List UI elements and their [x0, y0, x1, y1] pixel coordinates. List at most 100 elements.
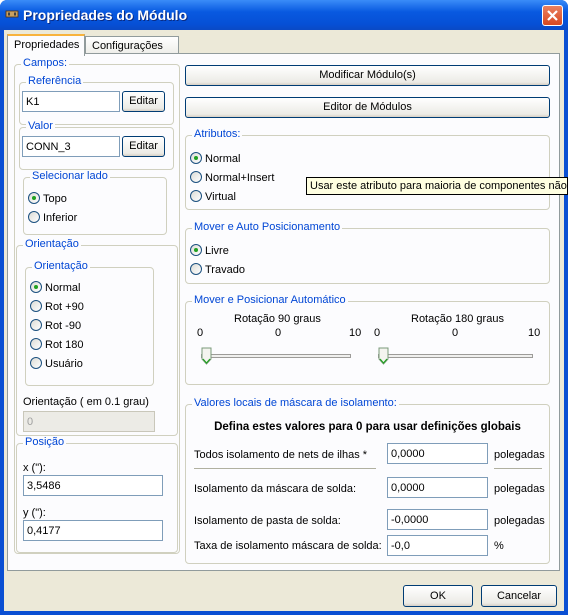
tab-propriedades[interactable]: Propriedades [7, 34, 85, 56]
radio-dot [190, 152, 202, 164]
ok-button[interactable]: OK [403, 585, 473, 607]
app-icon [5, 10, 19, 18]
rot90-min: 0 [197, 327, 204, 339]
y-label: y ("): [23, 507, 46, 519]
radio-label: Virtual [205, 191, 236, 203]
radio-dot [28, 211, 40, 223]
rot90-max: 10 [349, 327, 362, 339]
window-bottom-border [0, 611, 568, 615]
mascara-legend: Valores locais de máscara de isolamento: [192, 397, 399, 409]
rot180-label: Rotação 180 graus [411, 313, 504, 325]
valor-group: Valor Editar [19, 120, 174, 170]
editor-modulos-button[interactable]: Editor de Módulos [185, 97, 550, 118]
attribute-tooltip: Usar este atributo para maioria de compo… [306, 177, 568, 195]
x-input[interactable] [23, 475, 163, 496]
referencia-input[interactable] [22, 91, 120, 112]
lado-group: Selecionar lado Topo Inferior [23, 170, 167, 235]
rot180-max: 10 [528, 327, 541, 339]
rot90-slider-thumb[interactable] [201, 347, 212, 365]
radio-label: Inferior [43, 212, 78, 224]
rot90-slider[interactable] [201, 354, 351, 358]
orientacao-inner-group: Orientação Normal Rot +90 Rot -90 Rot 18… [25, 260, 154, 386]
referencia-legend: Referência [26, 75, 84, 87]
auto-legend: Mover e Posicionar Automático [192, 294, 348, 306]
mascara-heading: Defina estes valores para 0 para usar de… [214, 421, 521, 433]
mascara-row-label: Todos isolamento de nets de ilhas * [194, 449, 368, 461]
rot180-mid: 0 [452, 327, 459, 339]
radio-label: Rot -90 [45, 320, 82, 332]
radio-atributo-virtual[interactable]: Virtual [190, 190, 236, 203]
mascara-row-unit: polegadas [494, 515, 545, 527]
x-label: x ("): [23, 462, 46, 474]
orientacao-legend: Orientação [23, 238, 81, 250]
lado-legend: Selecionar lado [30, 170, 110, 182]
radio-dot [30, 338, 42, 350]
cancel-button[interactable]: Cancelar [481, 585, 557, 607]
radio-travado[interactable]: Travado [190, 263, 245, 276]
valor-legend: Valor [26, 120, 55, 132]
radio-topo[interactable]: Topo [28, 192, 67, 205]
mover-legend: Mover e Auto Posicionamento [192, 221, 343, 233]
rot180-slider-thumb[interactable] [378, 347, 389, 365]
y-input[interactable] [23, 520, 163, 541]
properties-panel: Campos: Referência Editar Valor Editar S… [7, 53, 560, 571]
orientacao-custom-input[interactable] [23, 411, 155, 432]
atributos-legend: Atributos: [192, 128, 243, 140]
campos-group: Campos: Referência Editar Valor Editar S… [14, 57, 180, 554]
rot180-slider[interactable] [378, 354, 533, 358]
mascara-row-unit: polegadas [494, 483, 545, 495]
orientacao-custom-label: Orientação ( em 0.1 grau) [23, 396, 149, 408]
radio-dot [30, 300, 42, 312]
radio-rot-plus-90[interactable]: Rot +90 [30, 300, 84, 313]
radio-inferior[interactable]: Inferior [28, 211, 77, 224]
solder-paste-clearance-input[interactable] [387, 509, 488, 530]
referencia-group: Referência Editar [19, 75, 174, 125]
close-button[interactable] [542, 5, 563, 26]
solder-mask-clearance-input[interactable] [387, 477, 488, 498]
auto-group: Mover e Posicionar Automático Rotação 90… [185, 294, 550, 385]
posicao-group: Posição x ("): y ("): [16, 436, 178, 553]
radio-usuario[interactable]: Usuário [30, 357, 83, 370]
rot180-min: 0 [374, 327, 381, 339]
radio-dot [190, 171, 202, 183]
radio-dot [28, 192, 40, 204]
radio-dot [190, 244, 202, 256]
solder-mask-ratio-input[interactable] [387, 535, 488, 556]
mover-group: Mover e Auto Posicionamento Livre Travad… [185, 221, 550, 284]
dialog-window: Propriedades do Módulo Propriedades Conf… [0, 0, 568, 615]
dialog-body: Propriedades Configurações 3D Campos: Re… [4, 30, 568, 611]
mascara-group: Valores locais de máscara de isolamento:… [185, 397, 550, 564]
mascara-row-label: Isolamento de pasta de solda: [194, 515, 341, 527]
radio-dot [190, 190, 202, 202]
close-icon [547, 10, 558, 21]
radio-rot-180[interactable]: Rot 180 [30, 338, 84, 351]
radio-label: Normal+Insert [205, 172, 275, 184]
window-title: Propriedades do Módulo [23, 7, 188, 23]
radio-label: Topo [43, 193, 67, 205]
campos-legend: Campos: [21, 57, 70, 69]
edit-referencia-button[interactable]: Editar [122, 91, 165, 112]
divider [494, 468, 542, 469]
radio-atributo-normal-insert[interactable]: Normal+Insert [190, 171, 274, 184]
ilhas-clearance-input[interactable] [387, 443, 488, 464]
radio-label: Usuário [45, 358, 83, 370]
radio-dot [30, 281, 42, 293]
edit-valor-button[interactable]: Editar [122, 136, 165, 157]
mascara-row-unit: % [494, 540, 504, 552]
modificar-modulo-button[interactable]: Modificar Módulo(s) [185, 65, 550, 86]
radio-livre[interactable]: Livre [190, 244, 229, 257]
radio-dot [30, 319, 42, 331]
radio-normal[interactable]: Normal [30, 281, 80, 294]
atributos-group: Atributos: Normal Normal+Insert Virtual [185, 128, 550, 210]
radio-rot-minus-90[interactable]: Rot -90 [30, 319, 81, 332]
radio-label: Rot 180 [45, 339, 84, 351]
divider [194, 468, 376, 469]
title-bar[interactable]: Propriedades do Módulo [0, 0, 568, 30]
mascara-row-label: Taxa de isolamento máscara de solda: [194, 540, 382, 552]
orientacao-group: Orientação Orientação Normal Rot +90 Rot… [16, 238, 178, 436]
valor-input[interactable] [22, 136, 120, 157]
radio-label: Normal [205, 153, 241, 165]
radio-dot [30, 357, 42, 369]
radio-label: Livre [205, 245, 229, 257]
radio-atributo-normal[interactable]: Normal [190, 152, 240, 165]
